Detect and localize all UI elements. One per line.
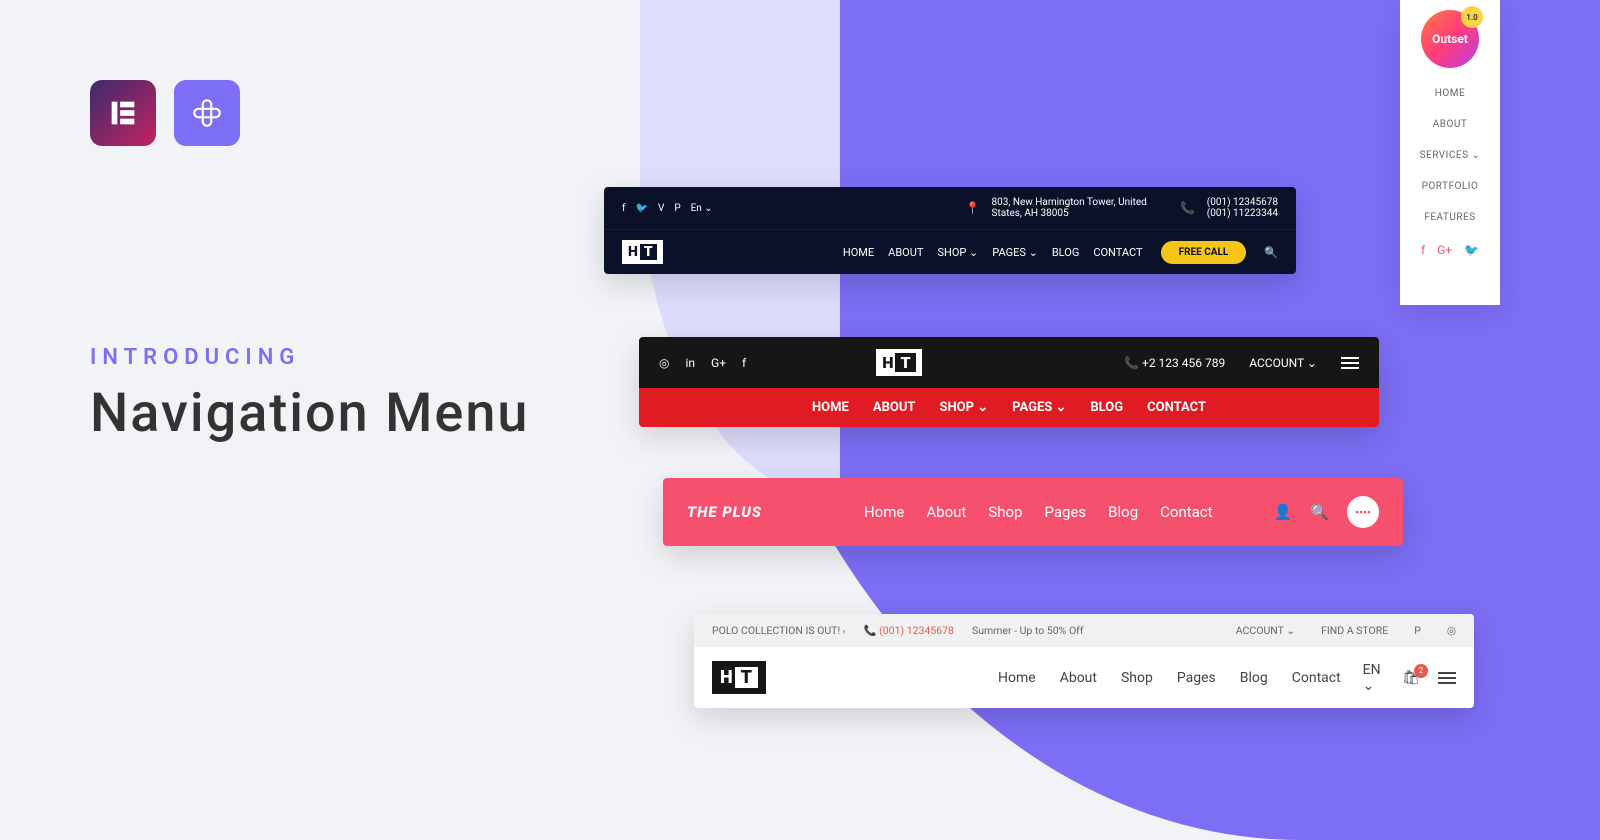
nav4-about[interactable]: About bbox=[1060, 670, 1097, 686]
nav3-pages[interactable]: Pages bbox=[1044, 503, 1086, 521]
nav4-phone: 📞 (001) 12345678 bbox=[863, 624, 953, 637]
nav2-phone: 📞 +2 123 456 789 bbox=[1124, 356, 1225, 370]
nav-example-red: ◎ in G+ f HT 📞 +2 123 456 789 ACCOUNT ⌄ … bbox=[639, 337, 1379, 427]
lang-selector[interactable]: EN ⌄ bbox=[1363, 662, 1385, 694]
nav-example-light: POLO COLLECTION IS OUT! › 📞 (001) 123456… bbox=[694, 614, 1474, 708]
google-plus-icon[interactable]: G+ bbox=[1437, 243, 1452, 257]
nav4-shop[interactable]: Shop bbox=[1121, 670, 1153, 686]
hamburger-icon[interactable] bbox=[1438, 672, 1456, 684]
pinterest-icon[interactable]: P bbox=[1414, 624, 1421, 637]
facebook-icon[interactable]: f bbox=[1421, 243, 1425, 257]
search-icon[interactable]: 🔍 bbox=[1264, 246, 1278, 259]
facebook-icon[interactable]: f bbox=[622, 203, 625, 214]
nav4-menu: Home About Shop Pages Blog Contact bbox=[998, 670, 1341, 686]
location-pin-icon: 📍 bbox=[962, 197, 984, 219]
menu-dots-icon[interactable]: •••• bbox=[1347, 496, 1379, 528]
outset-logo[interactable]: Outset bbox=[1421, 10, 1479, 68]
nav1-social: f 🐦 V P En ⌄ bbox=[622, 203, 713, 214]
nav2-contact[interactable]: CONTACT bbox=[1147, 400, 1206, 415]
outset-nav-about[interactable]: ABOUT bbox=[1400, 109, 1500, 140]
free-call-button[interactable]: FREE CALL bbox=[1161, 241, 1247, 264]
nav-example-dark: f 🐦 V P En ⌄ 📍 803, New Hamington Tower,… bbox=[604, 187, 1296, 274]
cart-icon[interactable]: 🛍2 bbox=[1402, 670, 1420, 686]
nav2-about[interactable]: ABOUT bbox=[873, 400, 916, 415]
facebook-icon[interactable]: f bbox=[742, 356, 746, 370]
find-store-link[interactable]: FIND A STORE bbox=[1321, 624, 1388, 637]
nav2-menu: HOME ABOUT SHOP ⌄ PAGES ⌄ BLOG CONTACT bbox=[639, 388, 1379, 427]
instagram-icon[interactable]: ◎ bbox=[659, 356, 669, 370]
nav3-about[interactable]: About bbox=[926, 503, 966, 521]
nav3-home[interactable]: Home bbox=[864, 503, 904, 521]
nav1-phone-2: (001) 11223344 bbox=[1207, 208, 1278, 219]
nav1-phone-1: (001) 12345678 bbox=[1207, 197, 1278, 208]
nav3-blog[interactable]: Blog bbox=[1108, 503, 1138, 521]
nav2-home[interactable]: HOME bbox=[812, 400, 849, 415]
linkedin-icon[interactable]: in bbox=[685, 356, 695, 370]
nav1-contact[interactable]: CONTACT bbox=[1093, 246, 1142, 259]
nav2-pages[interactable]: PAGES ⌄ bbox=[1012, 400, 1066, 415]
outset-nav-services[interactable]: SERVICES ⌄ bbox=[1400, 140, 1500, 171]
twitter-icon[interactable]: 🐦 bbox=[635, 203, 647, 214]
nav1-logo[interactable]: HT bbox=[622, 240, 663, 264]
outset-nav-portfolio[interactable]: PORTFOLIO bbox=[1400, 171, 1500, 202]
brand-icons bbox=[90, 80, 240, 146]
nav4-pages[interactable]: Pages bbox=[1177, 670, 1216, 686]
user-icon[interactable]: 👤 bbox=[1274, 503, 1293, 521]
nav4-logo[interactable]: HT bbox=[712, 661, 766, 694]
nav1-shop[interactable]: SHOP ⌄ bbox=[937, 246, 978, 259]
nav3-menu: Home About Shop Pages Blog Contact bbox=[864, 503, 1213, 521]
nav2-logo[interactable]: HT bbox=[876, 349, 921, 376]
nav3-contact[interactable]: Contact bbox=[1160, 503, 1212, 521]
nav3-brand[interactable]: THE PLUS bbox=[687, 503, 762, 521]
nav4-home[interactable]: Home bbox=[998, 670, 1036, 686]
nav4-blog[interactable]: Blog bbox=[1240, 670, 1268, 686]
phone-icon: 📞 bbox=[1177, 197, 1199, 219]
nav1-address-1: 803, New Hamington Tower, United bbox=[992, 197, 1147, 208]
pinterest-icon[interactable]: P bbox=[674, 203, 680, 214]
nav2-shop[interactable]: SHOP ⌄ bbox=[939, 400, 988, 415]
theplus-icon bbox=[174, 80, 240, 146]
nav1-address-2: States, AH 38005 bbox=[992, 208, 1147, 219]
nav3-shop[interactable]: Shop bbox=[988, 503, 1022, 521]
account-dropdown[interactable]: ACCOUNT ⌄ bbox=[1249, 356, 1317, 370]
elementor-icon bbox=[90, 80, 156, 146]
nav4-contact[interactable]: Contact bbox=[1292, 670, 1341, 686]
nav1-menu: HOME ABOUT SHOP ⌄ PAGES ⌄ BLOG CONTACT bbox=[843, 246, 1143, 259]
google-plus-icon[interactable]: G+ bbox=[711, 356, 726, 370]
nav-example-pink: THE PLUS Home About Shop Pages Blog Cont… bbox=[663, 478, 1403, 546]
main-title: Navigation Menu bbox=[90, 382, 529, 445]
twitter-icon[interactable]: 🐦 bbox=[1464, 243, 1479, 257]
sale-text: Summer - Up to 50% Off bbox=[972, 624, 1084, 637]
outset-sidebar: Outset HOME ABOUT SERVICES ⌄ PORTFOLIO F… bbox=[1400, 0, 1500, 305]
nav1-home[interactable]: HOME bbox=[843, 246, 874, 259]
lang-selector[interactable]: En ⌄ bbox=[691, 203, 713, 214]
vimeo-icon[interactable]: V bbox=[658, 203, 664, 214]
promo-text: POLO COLLECTION IS OUT! › bbox=[712, 624, 845, 637]
search-icon[interactable]: 🔍 bbox=[1310, 503, 1329, 521]
outset-nav-home[interactable]: HOME bbox=[1400, 78, 1500, 109]
account-dropdown[interactable]: ACCOUNT ⌄ bbox=[1236, 624, 1295, 637]
eyebrow-text: INTRODUCING bbox=[90, 345, 529, 370]
nav1-blog[interactable]: BLOG bbox=[1052, 246, 1080, 259]
hamburger-icon[interactable] bbox=[1341, 357, 1359, 369]
outset-social: f G+ 🐦 bbox=[1400, 233, 1500, 267]
headline: INTRODUCING Navigation Menu bbox=[90, 345, 529, 445]
nav1-about[interactable]: ABOUT bbox=[888, 246, 923, 259]
nav2-blog[interactable]: BLOG bbox=[1090, 400, 1123, 415]
outset-nav-features[interactable]: FEATURES bbox=[1400, 202, 1500, 233]
instagram-icon[interactable]: ◎ bbox=[1447, 624, 1456, 637]
nav1-pages[interactable]: PAGES ⌄ bbox=[992, 246, 1038, 259]
